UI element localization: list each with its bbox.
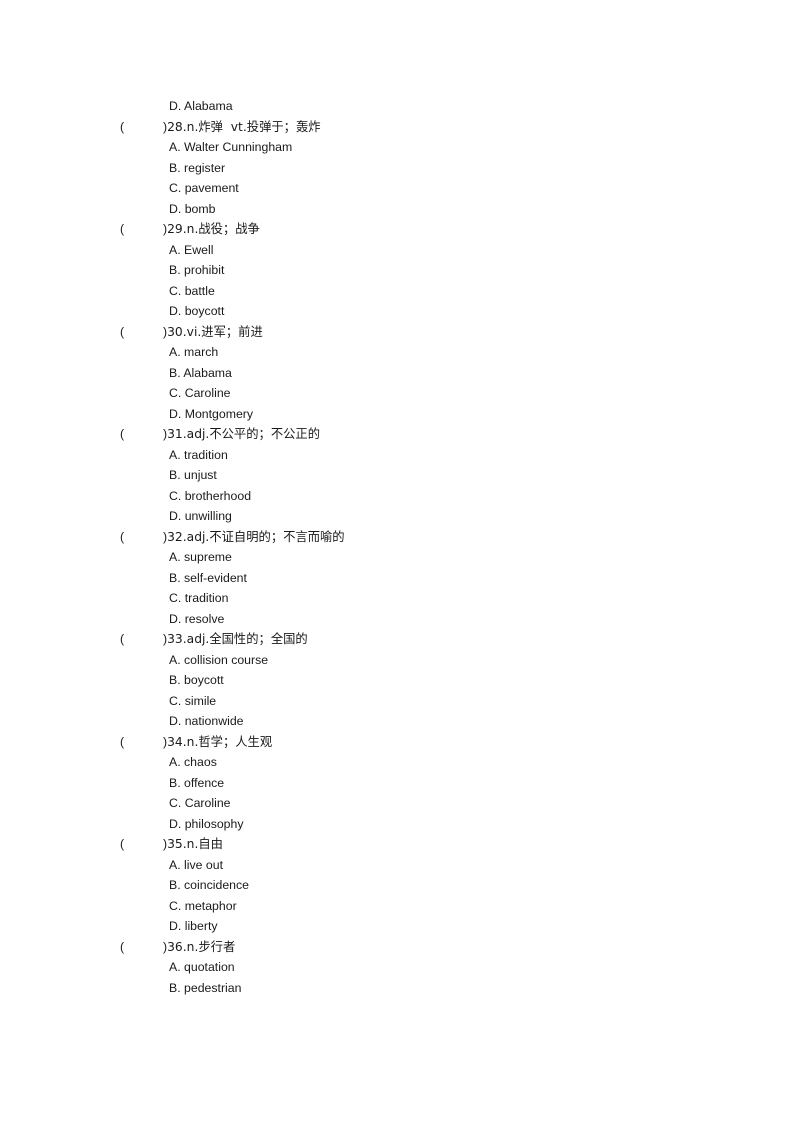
question-prompt-30: ()30.vi.进军；前进 bbox=[120, 322, 680, 343]
quiz-content: D. Alabama ()28.n.炸弹 vt.投弹于；轰炸 A. Walter… bbox=[120, 96, 680, 998]
answer-blank-34[interactable]: ( bbox=[120, 732, 163, 753]
list-item[interactable]: B. pedestrian bbox=[120, 978, 680, 999]
question-text-29: 29.n.战役；战争 bbox=[167, 222, 260, 236]
list-item[interactable]: C. brotherhood bbox=[120, 486, 680, 507]
list-item[interactable]: D. resolve bbox=[120, 609, 680, 630]
answer-blank-30[interactable]: ( bbox=[120, 322, 163, 343]
list-item[interactable]: A. quotation bbox=[120, 957, 680, 978]
question-prompt-35: ()35.n.自由 bbox=[120, 834, 680, 855]
list-item[interactable]: D. philosophy bbox=[120, 814, 680, 835]
list-item[interactable]: B. coincidence bbox=[120, 875, 680, 896]
list-item[interactable]: D. unwilling bbox=[120, 506, 680, 527]
question-text-34: 34.n.哲学；人生观 bbox=[167, 734, 273, 749]
list-item[interactable]: C. Caroline bbox=[120, 793, 680, 814]
question-text-35: 35.n.自由 bbox=[167, 837, 223, 851]
question-prompt-32: ()32.adj.不证自明的；不言而喻的 bbox=[120, 527, 680, 548]
list-item[interactable]: A. Ewell bbox=[120, 240, 680, 261]
question-text-36: 36.n.步行者 bbox=[167, 939, 236, 954]
list-item[interactable]: D. boycott bbox=[120, 301, 680, 322]
list-item[interactable]: C. simile bbox=[120, 691, 680, 712]
list-item[interactable]: B. boycott bbox=[120, 670, 680, 691]
question-prompt-29: ()29.n.战役；战争 bbox=[120, 219, 680, 240]
question-text-31: 31.adj.不公平的；不公正的 bbox=[167, 427, 321, 441]
list-item[interactable]: D. liberty bbox=[120, 916, 680, 937]
question-prompt-31: ()31.adj.不公平的；不公正的 bbox=[120, 424, 680, 445]
list-item[interactable]: D. nationwide bbox=[120, 711, 680, 732]
list-item[interactable]: B. self-evident bbox=[120, 568, 680, 589]
answer-blank-32[interactable]: ( bbox=[120, 527, 163, 548]
answer-blank-28[interactable]: ( bbox=[120, 117, 163, 138]
list-item[interactable]: D. bomb bbox=[120, 199, 680, 220]
list-item[interactable]: A. Walter Cunningham bbox=[120, 137, 680, 158]
list-item[interactable]: B. prohibit bbox=[120, 260, 680, 281]
question-prompt-34: ()34.n.哲学；人生观 bbox=[120, 732, 680, 753]
list-item[interactable]: A. collision course bbox=[120, 650, 680, 671]
list-item[interactable]: C. pavement bbox=[120, 178, 680, 199]
list-item[interactable]: B. offence bbox=[120, 773, 680, 794]
answer-blank-33[interactable]: ( bbox=[120, 629, 163, 650]
list-item[interactable]: B. unjust bbox=[120, 465, 680, 486]
list-item[interactable]: A. supreme bbox=[120, 547, 680, 568]
list-item[interactable]: C. tradition bbox=[120, 588, 680, 609]
list-item: D. Alabama bbox=[169, 99, 233, 113]
list-item[interactable]: C. metaphor bbox=[120, 896, 680, 917]
list-item[interactable]: C. battle bbox=[120, 281, 680, 302]
list-item[interactable]: A. chaos bbox=[120, 752, 680, 773]
list-item[interactable]: C. Caroline bbox=[120, 383, 680, 404]
question-prompt-36: ()36.n.步行者 bbox=[120, 937, 680, 958]
question-text-32: 32.adj.不证自明的；不言而喻的 bbox=[167, 529, 345, 544]
document-page: D. Alabama ()28.n.炸弹 vt.投弹于；轰炸 A. Walter… bbox=[0, 0, 794, 1123]
answer-blank-29[interactable]: ( bbox=[120, 219, 163, 240]
answer-blank-36[interactable]: ( bbox=[120, 937, 163, 958]
list-item[interactable]: A. live out bbox=[120, 855, 680, 876]
question-prompt-33: ()33.adj.全国性的；全国的 bbox=[120, 629, 680, 650]
question-text-30: 30.vi.进军；前进 bbox=[167, 324, 263, 339]
list-item[interactable]: A. march bbox=[120, 342, 680, 363]
question-prompt-28: ()28.n.炸弹 vt.投弹于；轰炸 bbox=[120, 117, 680, 138]
answer-blank-35[interactable]: ( bbox=[120, 834, 163, 855]
question-text-33: 33.adj.全国性的；全国的 bbox=[167, 632, 308, 646]
question-text-28: 28.n.炸弹 vt.投弹于；轰炸 bbox=[167, 119, 321, 134]
list-item[interactable]: B. Alabama bbox=[120, 363, 680, 384]
answer-blank-31[interactable]: ( bbox=[120, 424, 163, 445]
list-item[interactable]: A. tradition bbox=[120, 445, 680, 466]
list-item[interactable]: D. Montgomery bbox=[120, 404, 680, 425]
list-item[interactable]: B. register bbox=[120, 158, 680, 179]
